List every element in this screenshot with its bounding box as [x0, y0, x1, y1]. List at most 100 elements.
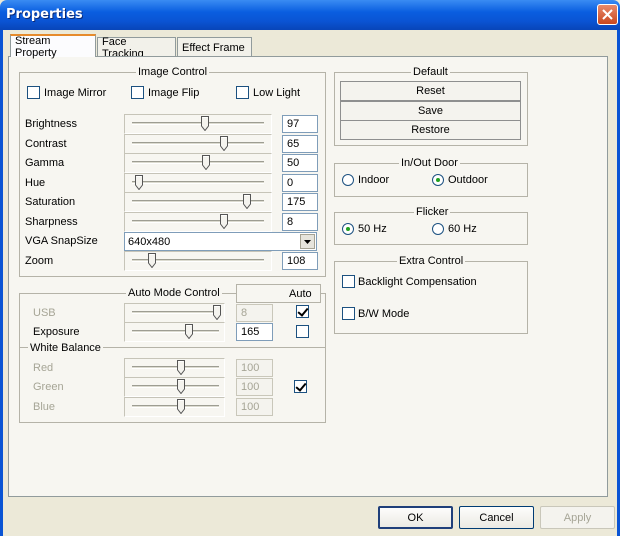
hue-slider[interactable]	[128, 174, 268, 192]
slider-thumb[interactable]	[147, 253, 156, 268]
exposure-slider[interactable]	[128, 323, 223, 341]
image-flip-label: Image Flip	[148, 87, 200, 99]
group-title: Auto Mode Control	[126, 287, 222, 299]
zoom-value[interactable]: 108	[282, 252, 318, 270]
vga-snapsize-label: VGA SnapSize	[25, 235, 98, 247]
indoor-label: Indoor	[358, 174, 390, 186]
outdoor-label: Outdoor	[448, 174, 488, 186]
title-bar[interactable]: Properties	[0, 0, 620, 30]
restore-button[interactable]: Restore	[340, 120, 521, 140]
exposure-auto-checkbox[interactable]	[296, 325, 309, 338]
gamma-slider[interactable]	[128, 154, 268, 172]
white-balance-title: White Balance	[28, 342, 103, 354]
contrast-value[interactable]: 65	[282, 135, 318, 153]
group-title: Image Control	[136, 66, 210, 78]
wb-blue-value[interactable]: 100	[236, 398, 273, 416]
close-icon	[602, 9, 613, 20]
usb-value[interactable]: 8	[236, 304, 273, 322]
wb-green-value[interactable]: 100	[236, 378, 273, 396]
image-flip-checkbox[interactable]	[131, 86, 144, 99]
slider-thumb[interactable]	[176, 360, 185, 375]
slider-thumb[interactable]	[185, 324, 194, 339]
flicker-50hz-label: 50 Hz	[358, 223, 387, 235]
wb-green-label: Green	[33, 381, 64, 393]
usb-label: USB	[33, 307, 56, 319]
chevron-down-icon	[304, 239, 311, 244]
usb-slider[interactable]	[128, 304, 223, 322]
zoom-label: Zoom	[25, 255, 54, 267]
save-button[interactable]: Save	[340, 101, 521, 121]
saturation-value[interactable]: 175	[282, 193, 318, 211]
bw-mode-label: B/W Mode	[358, 308, 410, 320]
image-mirror-checkbox[interactable]	[27, 86, 40, 99]
slider-thumb[interactable]	[220, 136, 229, 151]
slider-thumb[interactable]	[176, 379, 185, 394]
extra-control-group: Extra Control	[334, 255, 528, 334]
gamma-value[interactable]: 50	[282, 154, 318, 172]
image-mirror-label: Image Mirror	[44, 87, 107, 99]
group-title: Flicker	[414, 206, 451, 218]
vga-snapsize-value: 640x480	[128, 236, 171, 248]
contrast-label: Contrast	[25, 138, 67, 150]
backlight-compensation-checkbox[interactable]	[342, 275, 355, 288]
tab-face-tracking[interactable]: Face Tracking	[97, 36, 176, 60]
brightness-slider[interactable]	[128, 115, 268, 133]
auto-header-divider	[236, 302, 321, 303]
flicker-60hz-radio[interactable]	[432, 223, 444, 235]
saturation-slider[interactable]	[128, 193, 268, 211]
contrast-slider[interactable]	[128, 135, 268, 153]
slider-thumb[interactable]	[242, 194, 251, 209]
tab-label: Effect Frame	[182, 41, 245, 54]
tab-effect-frame[interactable]: Effect Frame	[177, 37, 252, 57]
sharpness-label: Sharpness	[25, 216, 78, 228]
low-light-label: Low Light	[253, 87, 301, 99]
zoom-slider[interactable]	[128, 252, 268, 270]
brightness-label: Brightness	[25, 118, 77, 130]
slider-thumb[interactable]	[134, 175, 143, 190]
apply-button[interactable]: Apply	[540, 506, 615, 529]
slider-thumb[interactable]	[220, 214, 229, 229]
wb-blue-label: Blue	[33, 401, 56, 413]
indoor-radio[interactable]	[342, 174, 354, 186]
dropdown-button[interactable]	[300, 234, 315, 249]
flicker-60hz-label: 60 Hz	[448, 223, 477, 235]
tab-stream-property[interactable]: Stream Property	[10, 34, 96, 59]
tab-label: Stream Property	[15, 34, 57, 59]
reset-button[interactable]: Reset	[340, 81, 521, 101]
group-title: Extra Control	[397, 255, 466, 267]
close-button[interactable]	[597, 4, 618, 25]
outdoor-radio[interactable]	[432, 174, 444, 186]
hue-value[interactable]: 0	[282, 174, 318, 192]
wb-blue-slider[interactable]	[128, 398, 223, 416]
window-border-left	[0, 30, 3, 536]
slider-thumb[interactable]	[213, 305, 222, 320]
window-title: Properties	[6, 7, 83, 22]
exposure-value[interactable]: 165	[236, 323, 273, 341]
wb-red-slider[interactable]	[128, 359, 223, 377]
group-title: Default	[411, 66, 450, 78]
hue-label: Hue	[25, 177, 46, 189]
wb-red-label: Red	[33, 362, 54, 374]
sharpness-slider[interactable]	[128, 213, 268, 231]
saturation-label: Saturation	[25, 196, 76, 208]
brightness-value[interactable]: 97	[282, 115, 318, 133]
wb-red-value[interactable]: 100	[236, 359, 273, 377]
exposure-label: Exposure	[33, 326, 80, 338]
flicker-50hz-radio[interactable]	[342, 223, 354, 235]
group-title: In/Out Door	[399, 157, 460, 169]
usb-auto-checkbox[interactable]	[296, 305, 309, 318]
slider-thumb[interactable]	[201, 155, 210, 170]
backlight-compensation-label: Backlight Compensation	[358, 276, 477, 288]
vga-snapsize-select[interactable]: 640x480	[124, 232, 317, 251]
bw-mode-checkbox[interactable]	[342, 307, 355, 320]
sharpness-value[interactable]: 8	[282, 213, 318, 231]
ok-button[interactable]: OK	[378, 506, 453, 529]
cancel-button[interactable]: Cancel	[459, 506, 534, 529]
low-light-checkbox[interactable]	[236, 86, 249, 99]
wb-green-slider[interactable]	[128, 378, 223, 396]
white-balance-auto-checkbox[interactable]	[294, 380, 307, 393]
auto-header: Auto	[289, 288, 312, 300]
slider-thumb[interactable]	[176, 399, 185, 414]
gamma-label: Gamma	[25, 157, 65, 169]
slider-thumb[interactable]	[200, 116, 209, 131]
